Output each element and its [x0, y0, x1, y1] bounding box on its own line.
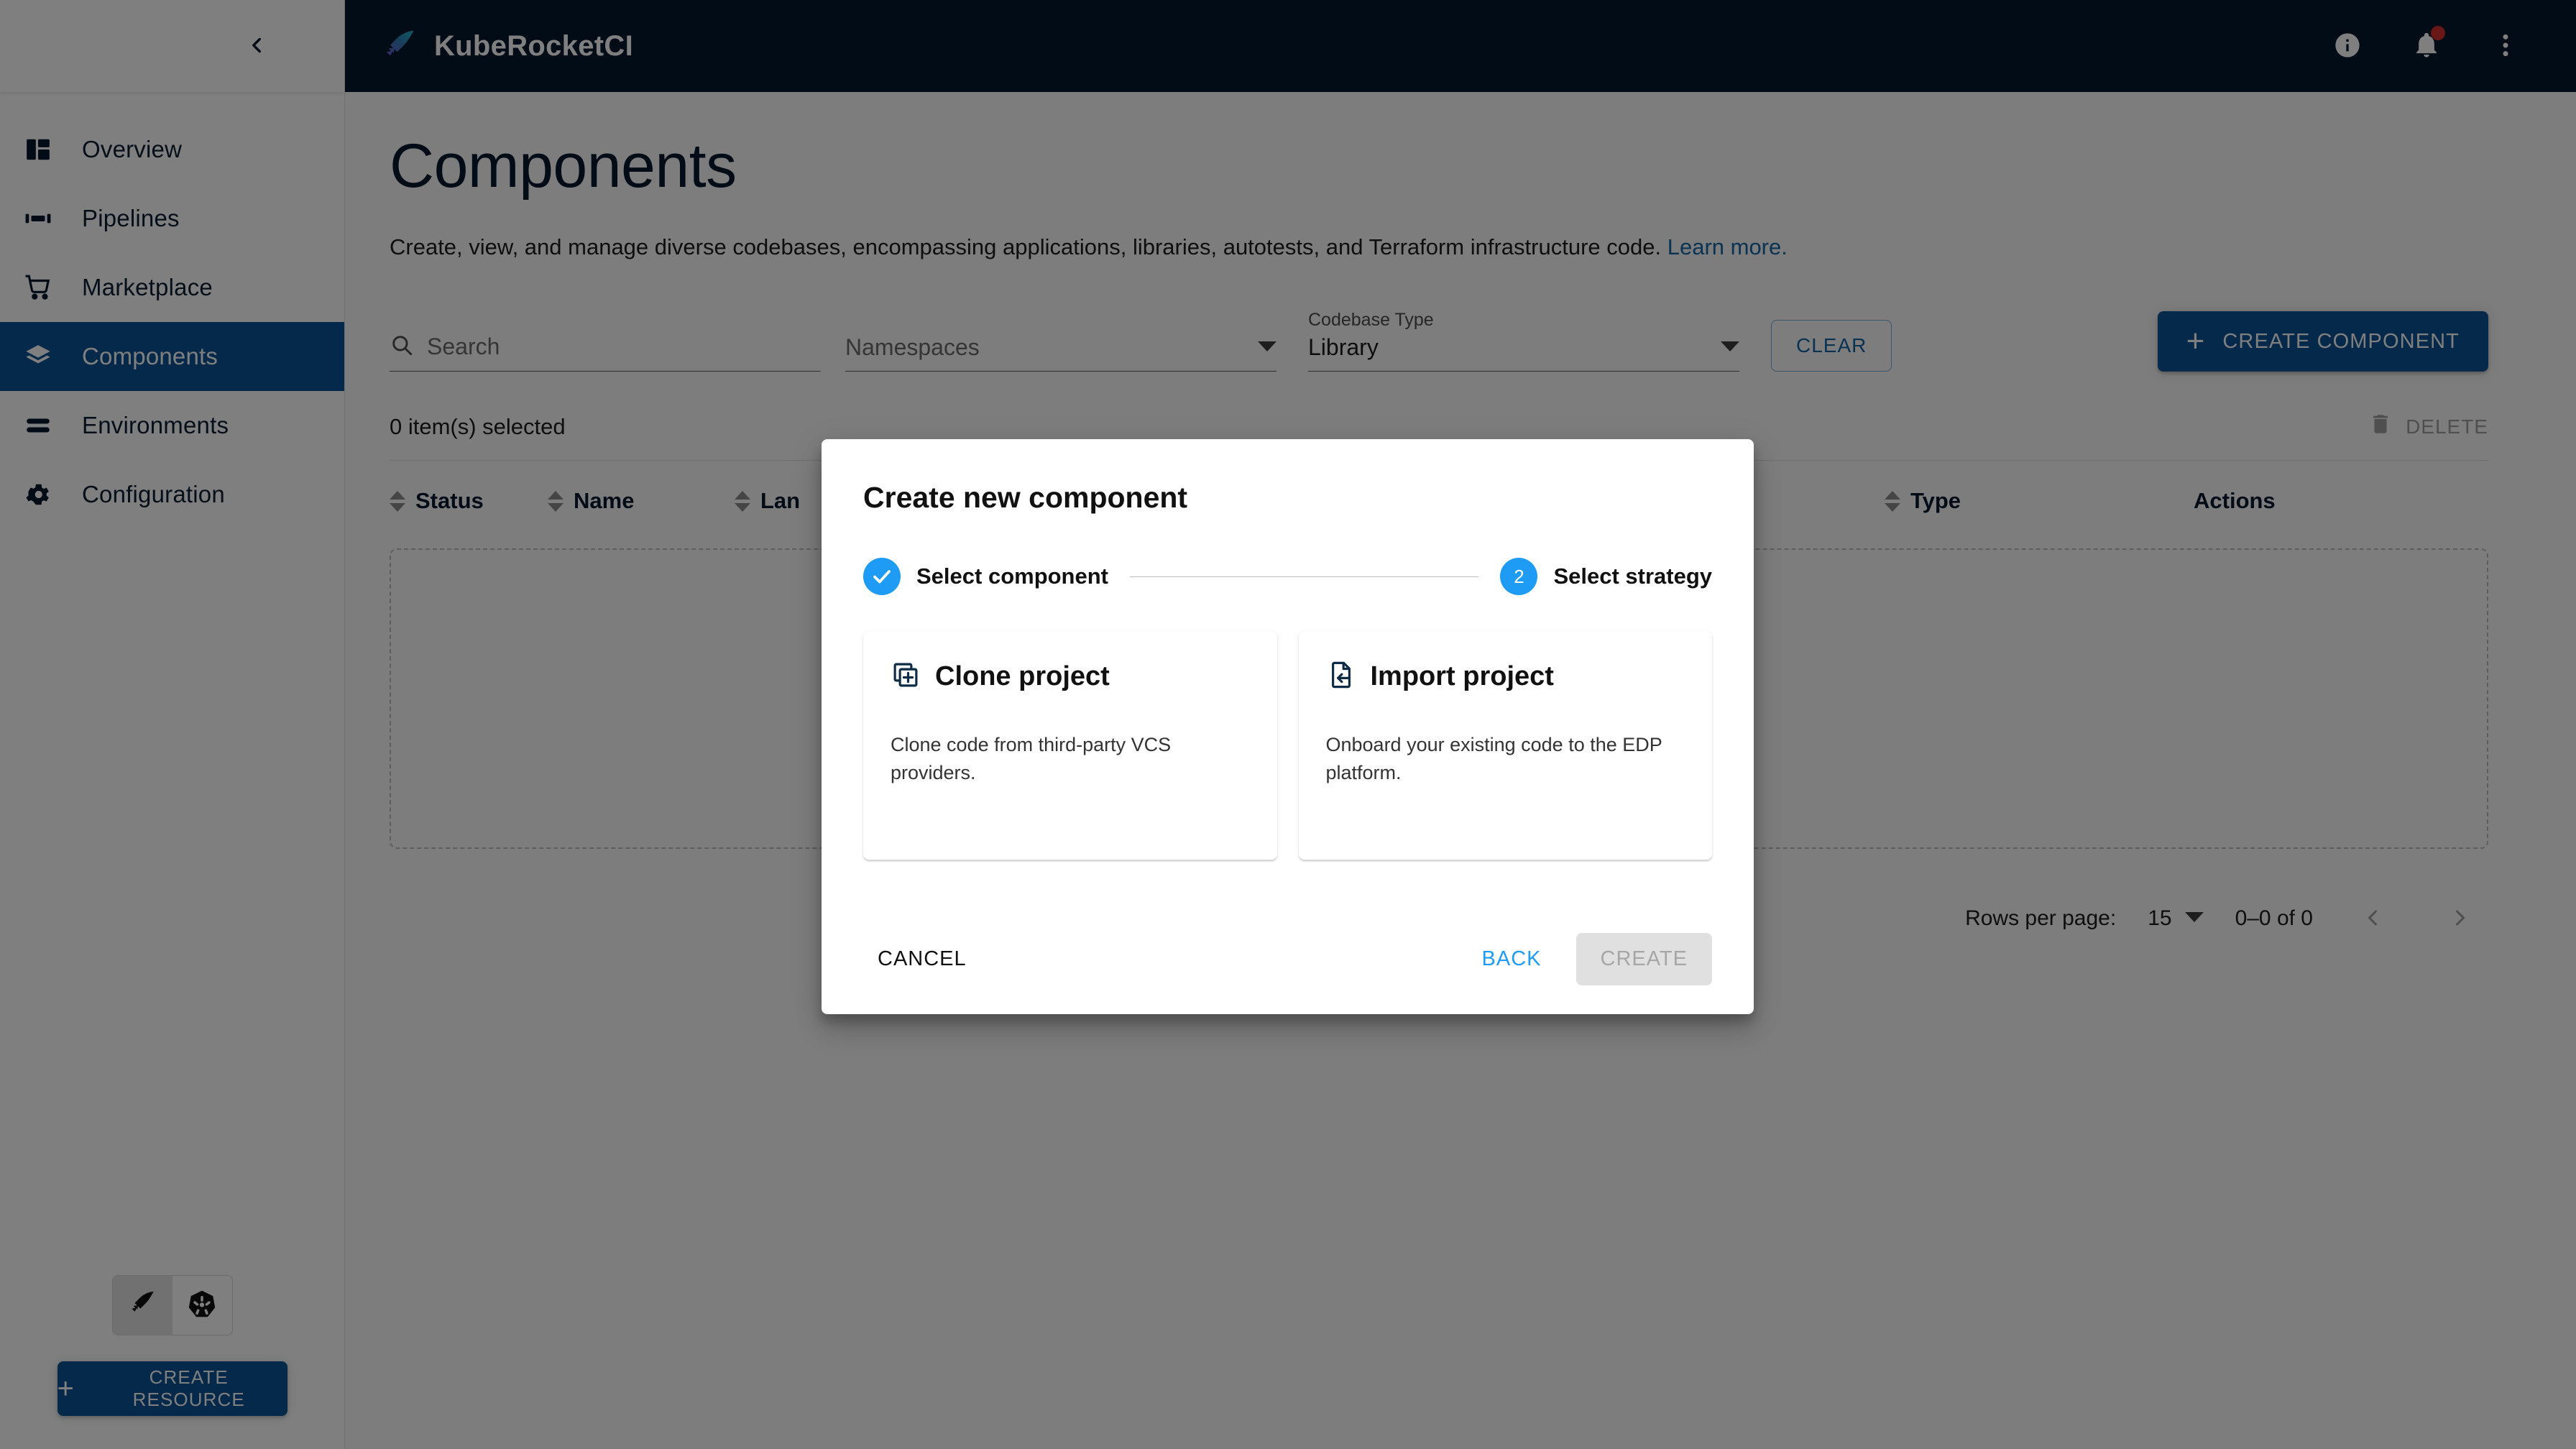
- step-select-component[interactable]: Select component: [863, 558, 1108, 595]
- step-label: Select strategy: [1553, 564, 1712, 589]
- step-label: Select component: [916, 564, 1108, 589]
- dialog-footer: CANCEL BACK CREATE: [822, 933, 1754, 1014]
- dialog-title: Create new component: [863, 481, 1188, 514]
- back-button[interactable]: BACK: [1468, 937, 1556, 981]
- card-title: Import project: [1370, 661, 1554, 691]
- cancel-button[interactable]: CANCEL: [863, 937, 981, 981]
- step-connector: [1130, 576, 1479, 577]
- card-description: Clone code from third-party VCS provider…: [891, 734, 1172, 784]
- card-description: Onboard your existing code to the EDP pl…: [1325, 734, 1662, 784]
- dialog-stepper: Select component 2 Select strategy: [822, 515, 1754, 595]
- strategy-cards: Clone project Clone code from third-part…: [822, 595, 1754, 860]
- copy-plus-icon: [891, 660, 921, 694]
- card-title: Clone project: [935, 661, 1110, 691]
- card-header: Import project: [1326, 660, 1685, 694]
- step-marker-completed: [863, 558, 901, 595]
- create-component-dialog: Create new component Select component 2 …: [822, 439, 1754, 1014]
- app-root: Overview Pipelines Marketplace Component…: [0, 0, 2576, 1449]
- step-select-strategy[interactable]: 2 Select strategy: [1500, 558, 1712, 595]
- file-import-icon: [1326, 660, 1356, 694]
- strategy-card-clone-project[interactable]: Clone project Clone code from third-part…: [863, 631, 1277, 860]
- step-marker-active: 2: [1500, 558, 1538, 595]
- create-button: CREATE: [1576, 933, 1712, 985]
- card-header: Clone project: [891, 660, 1250, 694]
- strategy-card-import-project[interactable]: Import project Onboard your existing cod…: [1298, 631, 1712, 860]
